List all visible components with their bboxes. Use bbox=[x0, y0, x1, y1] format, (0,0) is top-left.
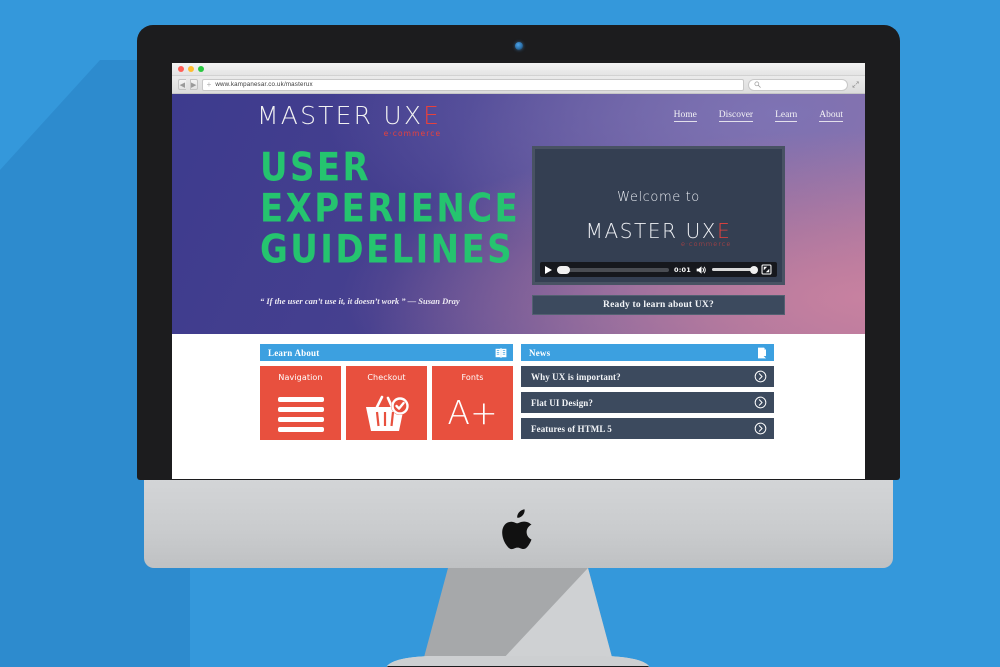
hamburger-menu-icon bbox=[277, 397, 324, 432]
tile-navigation-art bbox=[277, 389, 324, 440]
hero-copy: USER EXPERIENCE GUIDELINES “ If the user… bbox=[172, 146, 524, 315]
news-item-2[interactable]: Flat UI Design? bbox=[521, 392, 774, 413]
fullscreen-icon[interactable] bbox=[852, 79, 859, 90]
video-fullscreen-icon[interactable] bbox=[761, 264, 772, 275]
monitor-bezel: ◀ ▶ + www.kampanesar.co.uk/masterux MAST… bbox=[137, 25, 900, 480]
headline-line-1: USER bbox=[260, 146, 372, 191]
news-header: News bbox=[521, 344, 774, 361]
volume-icon[interactable] bbox=[696, 265, 707, 275]
tile-checkout-art bbox=[363, 389, 411, 440]
learn-about-title: Learn About bbox=[268, 347, 320, 358]
cta-button[interactable]: Ready to learn about UX? bbox=[532, 295, 785, 315]
tile-navigation-label: Navigation bbox=[278, 373, 323, 382]
logo-accent-letter: E bbox=[423, 101, 442, 130]
hero-quote: “ If the user can’t use it, it doesn’t w… bbox=[260, 296, 460, 306]
search-input[interactable] bbox=[747, 78, 848, 91]
volume-handle[interactable] bbox=[750, 265, 758, 274]
nav-item-learn[interactable]: Learn bbox=[775, 110, 798, 122]
news-title: News bbox=[529, 347, 551, 358]
imac-chin bbox=[144, 480, 893, 568]
new-tab-icon[interactable]: + bbox=[207, 80, 212, 89]
news-item-2-label: Flat UI Design? bbox=[531, 397, 593, 408]
shopping-basket-check-icon bbox=[365, 395, 409, 431]
monitor-stand bbox=[423, 568, 613, 661]
chevron-right-circle-icon[interactable] bbox=[754, 422, 767, 435]
imac-device: ◀ ▶ + www.kampanesar.co.uk/masterux MAST… bbox=[137, 25, 900, 667]
url-text: www.kampanesar.co.uk/masterux bbox=[215, 81, 313, 88]
document-page-icon bbox=[758, 347, 766, 358]
minimize-window-button[interactable] bbox=[188, 66, 194, 72]
zoom-window-button[interactable] bbox=[198, 66, 204, 72]
video-logo-subtitle: e·commerce bbox=[680, 240, 732, 248]
video-logo: MASTER UXE e·commerce bbox=[586, 221, 732, 247]
monitor-foot bbox=[387, 656, 649, 667]
site-header: MASTER UXE e·commerce Home Discover Lear… bbox=[172, 94, 865, 138]
font-size-icon: A+ bbox=[447, 393, 498, 432]
scrubber-handle[interactable] bbox=[557, 265, 570, 274]
tile-fonts-label: Fonts bbox=[461, 373, 484, 382]
browser-titlebar bbox=[172, 63, 865, 76]
forward-button[interactable]: ▶ bbox=[189, 79, 198, 90]
news-item-1[interactable]: Why UX is important? bbox=[521, 366, 774, 387]
tile-checkout[interactable]: Checkout bbox=[346, 366, 427, 440]
tile-checkout-label: Checkout bbox=[367, 373, 406, 382]
nav-item-home[interactable]: Home bbox=[673, 110, 697, 122]
video-scrubber[interactable] bbox=[557, 265, 670, 274]
close-window-button[interactable] bbox=[178, 66, 184, 72]
nav-item-discover[interactable]: Discover bbox=[718, 110, 754, 122]
logo-subtitle: e·commerce bbox=[383, 129, 442, 138]
address-bar[interactable]: + www.kampanesar.co.uk/masterux bbox=[201, 78, 744, 91]
site-logo-text: MASTER UXE bbox=[257, 103, 441, 128]
headline-line-2: EXPERIENCE bbox=[260, 187, 521, 232]
lower-section: Learn About Navigation Checkout Fonts A+… bbox=[172, 334, 865, 450]
hero-body: USER EXPERIENCE GUIDELINES “ If the user… bbox=[172, 128, 865, 315]
open-book-icon bbox=[495, 347, 507, 358]
nav-item-about[interactable]: About bbox=[819, 110, 843, 122]
learn-about-tiles: Navigation Checkout Fonts A+ bbox=[260, 366, 513, 440]
volume-slider[interactable] bbox=[712, 265, 758, 274]
browser-toolbar: ◀ ▶ + www.kampanesar.co.uk/masterux bbox=[172, 76, 865, 94]
site-logo[interactable]: MASTER UXE e·commerce bbox=[172, 103, 441, 138]
news-item-3[interactable]: Features of HTML 5 bbox=[521, 418, 774, 439]
search-field[interactable] bbox=[763, 81, 842, 88]
news-item-1-label: Why UX is important? bbox=[531, 371, 621, 382]
learn-about-header: Learn About bbox=[260, 344, 513, 361]
video-player[interactable]: Welcome to MASTER UXE e·commerce 0:01 bbox=[532, 146, 785, 285]
headline-line-3: GUIDELINES bbox=[260, 228, 515, 273]
learn-about-panel: Learn About Navigation Checkout Fonts A+ bbox=[260, 344, 513, 450]
hero-media: Welcome to MASTER UXE e·commerce 0:01 Re… bbox=[532, 146, 787, 315]
tile-navigation[interactable]: Navigation bbox=[260, 366, 341, 440]
apple-logo bbox=[501, 509, 531, 550]
tile-fonts[interactable]: Fonts A+ bbox=[432, 366, 513, 440]
site-navigation: Home Discover Learn About bbox=[673, 103, 843, 122]
chevron-right-circle-icon[interactable] bbox=[754, 396, 767, 409]
chevron-right-circle-icon[interactable] bbox=[754, 370, 767, 383]
news-list: Why UX is important? Flat UI Design? Fea… bbox=[521, 366, 774, 439]
play-icon[interactable] bbox=[545, 265, 552, 274]
tile-fonts-art: A+ bbox=[447, 389, 497, 440]
webcam-icon bbox=[514, 42, 523, 50]
hero-section: MASTER UXE e·commerce Home Discover Lear… bbox=[172, 94, 865, 334]
news-panel: News Why UX is important? Flat UI Design… bbox=[521, 344, 774, 450]
back-button[interactable]: ◀ bbox=[178, 79, 186, 90]
logo-main-text: MASTER UX bbox=[257, 101, 424, 130]
video-time: 0:01 bbox=[674, 265, 691, 274]
browser-window: ◀ ▶ + www.kampanesar.co.uk/masterux MAST… bbox=[172, 63, 865, 479]
video-controls: 0:01 bbox=[540, 262, 777, 277]
search-icon bbox=[754, 81, 761, 88]
video-welcome-text: Welcome to bbox=[617, 190, 700, 205]
news-item-3-label: Features of HTML 5 bbox=[531, 423, 612, 434]
